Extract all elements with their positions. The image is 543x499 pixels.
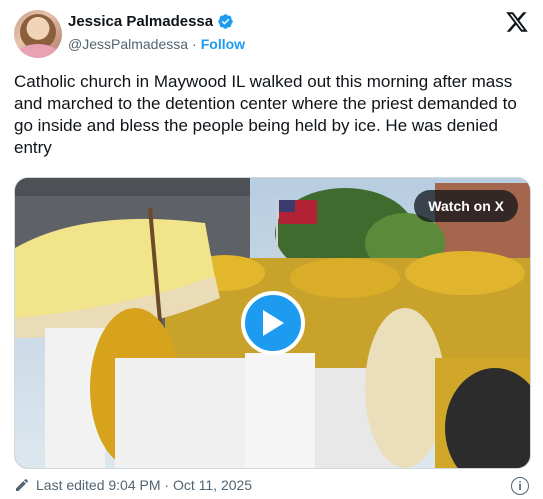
author-handle-row: @JessPalmadessa · Follow [68, 36, 245, 52]
avatar[interactable] [14, 10, 62, 58]
author-handle[interactable]: @JessPalmadessa [68, 36, 188, 52]
author-name-row: Jessica Palmadessa [68, 13, 234, 30]
verified-badge-icon [218, 14, 233, 29]
tweet-card: Jessica Palmadessa @JessPalmadessa · Fol… [0, 0, 543, 499]
edited-timestamp[interactable]: Last edited 9:04 PM · Oct 11, 2025 [36, 477, 252, 493]
tweet-footer: Last edited 9:04 PM · Oct 11, 2025 [14, 477, 252, 493]
play-icon [263, 310, 284, 336]
tweet-text: Catholic church in Maywood IL walked out… [14, 72, 517, 157]
play-button[interactable] [241, 291, 305, 355]
x-logo-icon[interactable] [505, 10, 529, 34]
info-icon[interactable]: i [511, 477, 529, 495]
pencil-icon [16, 478, 29, 491]
video-player[interactable]: Watch on X [14, 177, 531, 469]
watch-on-x-button[interactable]: Watch on X [414, 190, 518, 222]
separator-dot: · [192, 36, 197, 52]
author-name[interactable]: Jessica Palmadessa [68, 13, 213, 30]
follow-button[interactable]: Follow [201, 36, 245, 52]
